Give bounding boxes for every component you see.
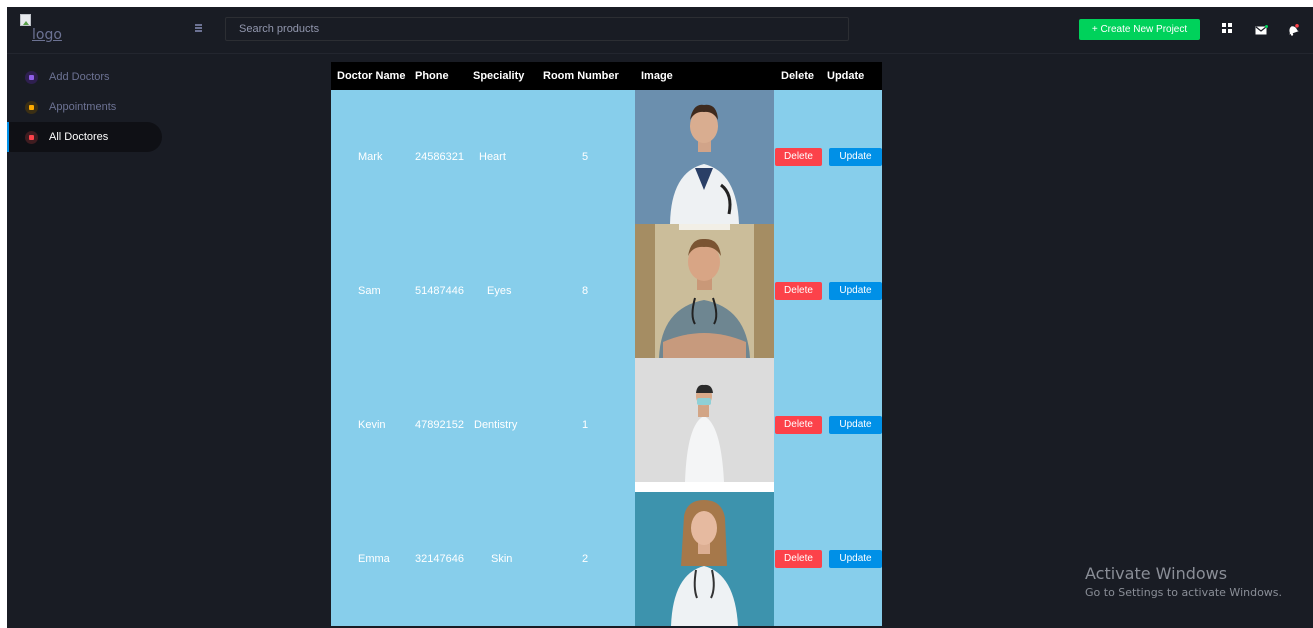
cell-image [635,90,775,224]
cell-phone: 47892152 [415,358,473,492]
cell-room-number: 5 [543,90,635,224]
doctor-photo [635,492,774,626]
sidebar-item-add-doctors[interactable]: Add Doctors [7,62,167,92]
table-row: Mark 24586321 Heart 5 Delete Update [331,90,882,224]
cell-update: Update [827,492,882,626]
update-button[interactable]: Update [829,416,882,434]
table-row: Kevin 47892152 Dentistry 1 Delete Update [331,358,882,492]
table-header-row: Doctor Name Phone Speciality Room Number… [331,62,882,90]
cell-doctor-name: Sam [331,224,415,358]
logo[interactable]: logo [20,14,100,44]
cell-delete: Delete [775,358,827,492]
doctor-photo [635,224,774,358]
header-update: Update [827,62,882,90]
cell-room-number: 2 [543,492,635,626]
create-project-button[interactable]: + Create New Project [1079,19,1200,40]
sidebar-item-label: All Doctores [49,131,109,143]
watermark-title: Activate Windows [1085,564,1228,583]
cell-doctor-name: Mark [331,90,415,224]
cell-phone: 51487446 [415,224,473,358]
cell-speciality: Heart [473,90,543,224]
cell-doctor-name: Emma [331,492,415,626]
cell-image [635,224,775,358]
broken-image-icon [20,14,31,26]
header-speciality: Speciality [473,62,543,90]
cell-image [635,358,775,492]
header-doctor-name: Doctor Name [331,62,415,90]
sidebar: Add Doctors Appointments All Doctores [7,62,167,152]
cell-speciality: Dentistry [473,358,543,492]
header-image: Image [635,62,775,90]
update-button[interactable]: Update [829,148,882,166]
cell-update: Update [827,90,882,224]
mail-icon[interactable] [1255,23,1268,35]
delete-button[interactable]: Delete [775,416,822,434]
cell-room-number: 1 [543,358,635,492]
logo-alt-text[interactable]: logo [32,27,62,43]
cell-update: Update [827,224,882,358]
search-input[interactable] [226,18,819,40]
table-row: Sam 51487446 Eyes 8 Delete Update [331,224,882,358]
cell-delete: Delete [775,224,827,358]
delete-button[interactable]: Delete [775,148,822,166]
cell-doctor-name: Kevin [331,358,415,492]
cell-delete: Delete [775,492,827,626]
doctor-photo [635,90,774,224]
watermark-subtitle: Go to Settings to activate Windows. [1085,586,1283,599]
header-phone: Phone [415,62,473,90]
header-delete: Delete [775,62,827,90]
sidebar-item-all-doctors[interactable]: All Doctores [7,122,162,152]
doctors-table: Doctor Name Phone Speciality Room Number… [331,62,882,626]
activate-windows-watermark: Activate Windows Go to Settings to activ… [1085,564,1282,599]
update-button[interactable]: Update [829,282,882,300]
delete-button[interactable]: Delete [775,282,822,300]
grid-icon[interactable] [1222,23,1234,34]
sidebar-item-label: Appointments [49,101,117,113]
list-icon [25,130,38,144]
plus-square-icon [25,70,38,84]
cell-speciality: Eyes [473,224,543,358]
cell-speciality: Skin [473,492,543,626]
cell-phone: 24586321 [415,90,473,224]
search-box [225,17,849,41]
app-window: logo + Create New Project [7,7,1313,628]
cell-delete: Delete [775,90,827,224]
calendar-icon [25,100,38,114]
cell-phone: 32147646 [415,492,473,626]
doctor-photo [635,358,774,492]
bell-icon[interactable] [1287,23,1299,36]
update-button[interactable]: Update [829,550,882,568]
table-row: Emma 32147646 Skin 2 Delete Update [331,492,882,626]
cell-image [635,492,775,626]
top-navbar: logo + Create New Project [7,7,1313,54]
sidebar-item-label: Add Doctors [49,71,110,83]
doctors-table-container: Doctor Name Phone Speciality Room Number… [331,62,882,626]
sidebar-item-appointments[interactable]: Appointments [7,92,167,122]
header-room-number: Room Number [543,62,635,90]
cell-update: Update [827,358,882,492]
delete-button[interactable]: Delete [775,550,822,568]
cell-room-number: 8 [543,224,635,358]
menu-toggle-icon[interactable] [195,24,204,33]
